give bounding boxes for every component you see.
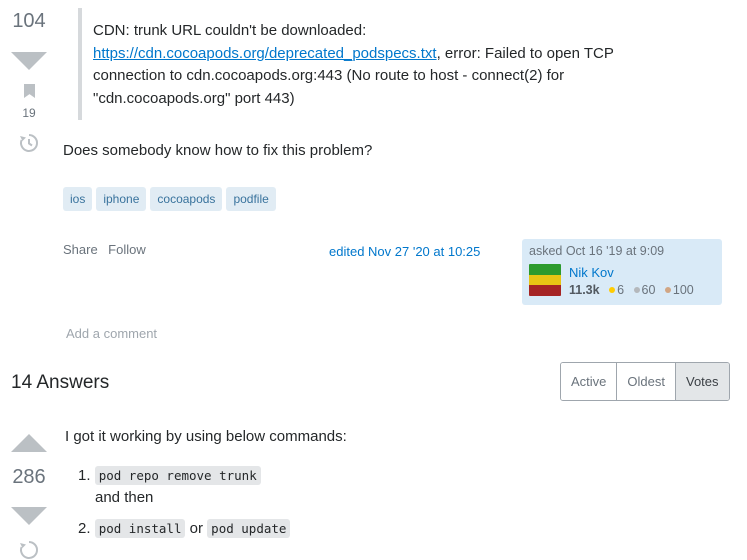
- bronze-badge-count: 100: [672, 283, 694, 297]
- tag-list: ios iphone cocoapods podfile: [63, 187, 280, 211]
- answer-sort-tabs: Active Oldest Votes: [560, 362, 730, 401]
- bookmark-icon[interactable]: [24, 84, 35, 98]
- silver-badge-count: 60: [641, 283, 656, 297]
- avatar[interactable]: [529, 264, 561, 296]
- history-icon[interactable]: [19, 133, 39, 153]
- code-snippet: pod update: [207, 519, 291, 538]
- quote-line: CDN: trunk URL couldn't be downloaded:: [93, 22, 367, 39]
- quote-line: "cdn.cocoapods.org" port 443): [93, 89, 295, 107]
- step-number: 1.: [78, 467, 91, 484]
- silver-badge-icon: [633, 287, 640, 294]
- blockquote: CDN: trunk URL couldn't be downloaded: h…: [93, 20, 653, 110]
- tag-cocoapods[interactable]: cocoapods: [150, 187, 223, 211]
- answer-step-1: 1. pod repo remove trunk: [78, 466, 261, 485]
- answer-intro: I got it working by using below commands…: [65, 428, 347, 445]
- vote-down-icon[interactable]: [11, 507, 47, 525]
- vote-up-icon[interactable]: [11, 434, 47, 452]
- tag-ios[interactable]: ios: [63, 187, 93, 211]
- deprecated-podspecs-link[interactable]: https://cdn.cocoapods.org/deprecated_pod…: [93, 45, 437, 62]
- user-name-link[interactable]: Nik Kov: [569, 265, 614, 280]
- code-snippet: pod repo remove trunk: [94, 466, 261, 485]
- tag-iphone[interactable]: iphone: [96, 187, 147, 211]
- follow-link[interactable]: Follow: [108, 242, 146, 257]
- history-icon[interactable]: [19, 540, 39, 560]
- user-stats: 11.3k 6 60 100: [569, 283, 694, 297]
- quote-line: connection to cdn.cocoapods.org:443 (No …: [93, 67, 565, 84]
- answers-count-heading: 14 Answers: [11, 372, 110, 393]
- question-vote-count: 104: [12, 10, 46, 32]
- question-body: Does somebody know how to fix this probl…: [63, 142, 373, 159]
- add-comment-link[interactable]: Add a comment: [66, 326, 157, 341]
- or-text: or: [189, 520, 203, 537]
- tag-podfile[interactable]: podfile: [226, 187, 276, 211]
- asker-user-card: asked Oct 16 '19 at 9:09 Nik Kov 11.3k 6…: [522, 239, 722, 305]
- gold-badge-icon: [609, 287, 616, 294]
- edited-link[interactable]: edited Nov 27 '20 at 10:25: [329, 244, 480, 259]
- bronze-badge-icon: [664, 287, 671, 294]
- code-snippet: pod install: [94, 519, 186, 538]
- blockquote-bar: [78, 8, 82, 120]
- answer-step-1-note: and then: [95, 489, 154, 506]
- share-link[interactable]: Share: [63, 242, 98, 257]
- bookmark-count: 19: [22, 106, 36, 120]
- sort-oldest-button[interactable]: Oldest: [617, 363, 676, 400]
- vote-down-icon[interactable]: [11, 52, 47, 70]
- reputation-score: 11.3k: [569, 283, 600, 297]
- quote-text-after-link: , error: Failed to open TCP: [436, 44, 614, 62]
- asked-timestamp: asked Oct 16 '19 at 9:09: [529, 244, 665, 258]
- answer-vote-count: 286: [12, 466, 46, 488]
- answer-step-2: 2. pod install or pod update: [78, 519, 291, 538]
- quote-line-with-link: https://cdn.cocoapods.org/deprecated_pod…: [93, 43, 653, 66]
- gold-badge-count: 6: [617, 283, 625, 297]
- post-menu: Share Follow: [63, 241, 152, 259]
- sort-votes-button[interactable]: Votes: [675, 363, 729, 400]
- step-number: 2.: [78, 520, 91, 537]
- sort-active-button[interactable]: Active: [561, 363, 618, 400]
